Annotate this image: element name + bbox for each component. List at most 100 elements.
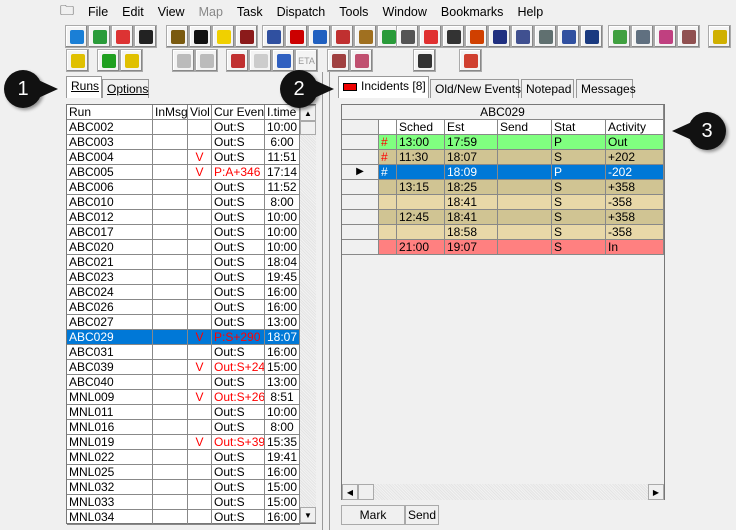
run-row-abc010[interactable]: ABC010 [67,195,153,210]
tab-messages[interactable]: Messages [576,79,636,98]
incident-column-activity[interactable]: Activity [606,120,664,135]
line-icon[interactable] [134,25,157,48]
no-cup-icon[interactable] [459,49,482,72]
reports-icon[interactable] [677,25,700,48]
run-row-abc029[interactable]: ABC029 [67,330,153,345]
tab-notepad[interactable]: Notepad [521,79,574,98]
tab-options[interactable]: Options [102,79,149,98]
run-row-abc026[interactable]: ABC026 [67,300,153,315]
column-header-cur-event[interactable]: Cur Event [212,105,265,120]
run-row-abc005[interactable]: ABC005 [67,165,153,180]
hat-black-icon[interactable] [189,25,212,48]
run-row-mnl009[interactable]: MNL009 [67,390,153,405]
dots-icon[interactable] [111,25,134,48]
scroll-thumb[interactable] [300,121,316,135]
incident-column-sched[interactable]: Sched [397,120,445,135]
bus-red-icon[interactable] [285,25,308,48]
run-row-abc039[interactable]: ABC039 [67,360,153,375]
run-row-abc002[interactable]: ABC002 [67,120,153,135]
blocks-icon[interactable] [419,25,442,48]
splitter[interactable] [322,72,330,530]
bus-front-icon[interactable] [235,25,258,48]
d-logo-icon[interactable] [580,25,603,48]
scissors-icon[interactable] [442,25,465,48]
run-row-mnl034[interactable]: MNL034 [67,510,153,525]
column-header-run[interactable]: Run [67,105,153,120]
bank-icon[interactable] [166,25,189,48]
row-selector[interactable]: ▶ [342,165,379,180]
menu-bookmarks[interactable]: Bookmarks [441,5,504,19]
bus-icon[interactable] [488,25,511,48]
horizontal-scrollbar[interactable]: ◀ ▶ [342,484,664,500]
eraser-icon[interactable] [350,49,373,72]
run-row-abc004[interactable]: ABC004 [67,150,153,165]
folders-icon[interactable] [354,25,377,48]
send-button[interactable]: Send [405,505,439,525]
run-row-mnl016[interactable]: MNL016 [67,420,153,435]
run-row-mnl022[interactable]: MNL022 [67,450,153,465]
menu-edit[interactable]: Edit [122,5,144,19]
run-row-abc021[interactable]: ABC021 [67,255,153,270]
hat-yellow-icon[interactable] [212,25,235,48]
run-row-abc020[interactable]: ABC020 [67,240,153,255]
pin-icon[interactable] [708,25,731,48]
run-row-abc006[interactable]: ABC006 [67,180,153,195]
menu-file[interactable]: File [88,5,108,19]
menu-tools[interactable]: Tools [339,5,368,19]
row-selector[interactable] [342,135,379,150]
scroll-left-icon[interactable]: ◀ [342,484,358,500]
scroll-down-icon[interactable]: ▼ [300,507,316,523]
column-header-inmsg[interactable]: InMsg [153,105,188,120]
checklist-icon[interactable] [413,49,436,72]
help-icon[interactable] [120,49,143,72]
run-row-mnl011[interactable]: MNL011 [67,405,153,420]
run-row-mnl019[interactable]: MNL019 [67,435,153,450]
incident-column-stat[interactable]: Stat [552,120,606,135]
monitor-alert-icon[interactable] [226,49,249,72]
book-icon[interactable] [97,49,120,72]
run-row-abc012[interactable]: ABC012 [67,210,153,225]
row-selector[interactable] [342,225,379,240]
eta-icon[interactable]: ETA [295,49,318,72]
run-row-abc040[interactable]: ABC040 [67,375,153,390]
globe-icon[interactable] [65,25,88,48]
incident-column-flag[interactable] [379,120,397,135]
run-row-abc017[interactable]: ABC017 [67,225,153,240]
scroll-right-icon[interactable]: ▶ [648,484,664,500]
run-row-abc024[interactable]: ABC024 [67,285,153,300]
run-row-abc023[interactable]: ABC023 [67,270,153,285]
transfer-icon[interactable] [272,49,295,72]
globe-small-icon[interactable] [88,25,111,48]
menu-dispatch[interactable]: Dispatch [277,5,326,19]
bus-card-icon[interactable] [654,25,677,48]
monitor-icon[interactable] [534,25,557,48]
bus-plant-icon[interactable] [557,25,580,48]
row-selector[interactable] [342,195,379,210]
row-selector[interactable] [342,240,379,255]
tab-old-new-events[interactable]: Old/New Events [430,79,521,98]
run-row-mnl033[interactable]: MNL033 [67,495,153,510]
mark-button[interactable]: Mark [341,505,405,525]
menu-window[interactable]: Window [382,5,426,19]
app-icon[interactable]: 🗀 [60,0,74,24]
sign-pen-icon[interactable] [327,49,350,72]
pen-edit-icon[interactable] [396,25,419,48]
run-row-mnl025[interactable]: MNL025 [67,465,153,480]
h-scroll-thumb[interactable] [358,484,374,500]
row-selector[interactable] [342,180,379,195]
run-row-abc031[interactable]: ABC031 [67,345,153,360]
search-icon[interactable] [172,49,195,72]
door-icon[interactable] [66,49,89,72]
tab-incidents[interactable]: Incidents [8] [338,76,429,98]
sign-icon[interactable] [249,49,272,72]
person-map-icon[interactable] [631,25,654,48]
run-row-mnl032[interactable]: MNL032 [67,480,153,495]
phone-icon[interactable] [308,25,331,48]
incident-column-send[interactable]: Send [498,120,552,135]
list-icon[interactable] [331,25,354,48]
people-icon[interactable] [465,25,488,48]
tab-runs[interactable]: Runs [66,76,102,98]
row-selector[interactable] [342,210,379,225]
column-header-viol[interactable]: Viol [188,105,212,120]
footprints-icon[interactable] [195,49,218,72]
